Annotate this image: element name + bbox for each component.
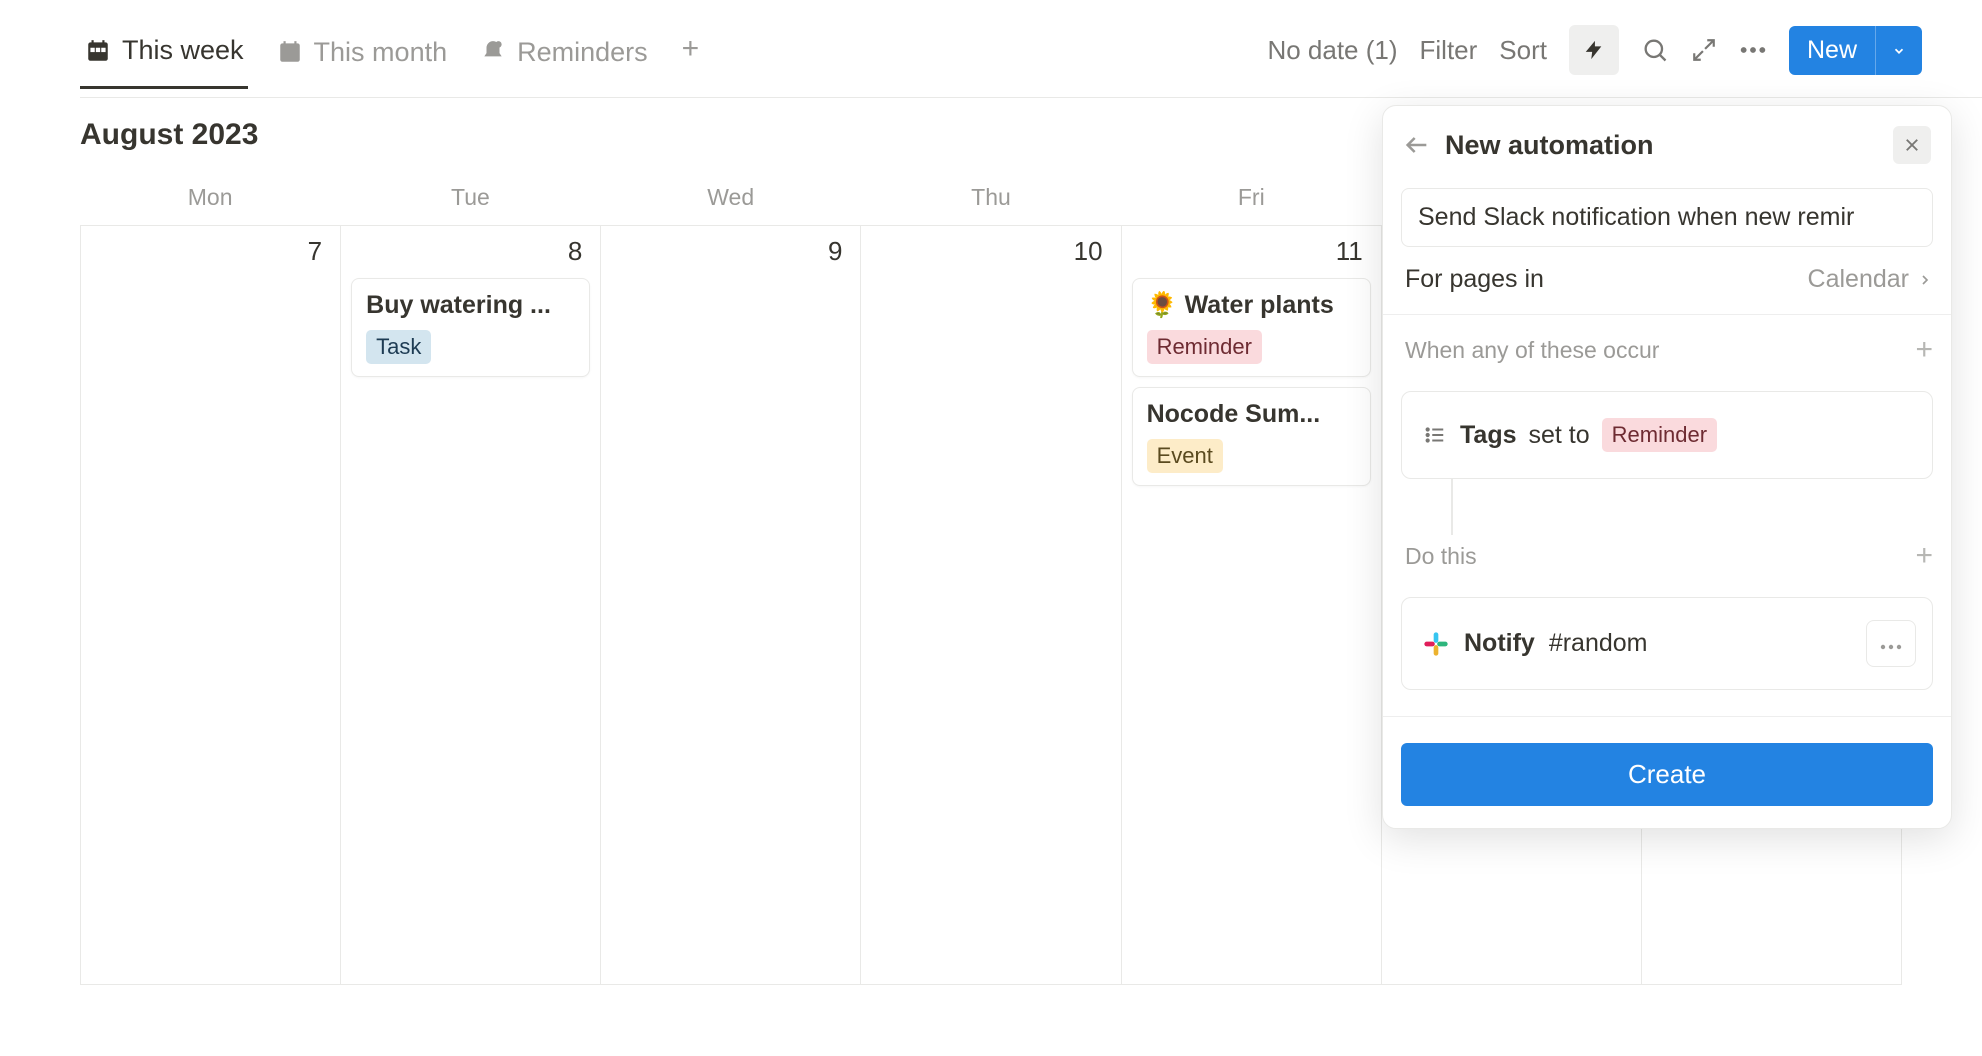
expand-button[interactable]	[1691, 37, 1717, 63]
event-card[interactable]: 🌻 Water plants Reminder	[1132, 278, 1371, 377]
event-tag: Reminder	[1147, 330, 1262, 364]
close-button[interactable]	[1893, 126, 1931, 164]
trigger-property: Tags	[1460, 421, 1517, 450]
back-arrow-icon[interactable]	[1403, 131, 1431, 159]
day-number: 11	[1336, 236, 1363, 267]
no-date-button[interactable]: No date (1)	[1267, 35, 1397, 66]
calendar-cell[interactable]: 11 🌻 Water plants Reminder Nocode Sum...…	[1122, 226, 1382, 985]
automation-panel: New automation Send Slack notification w…	[1382, 105, 1952, 829]
action-name: Notify	[1464, 629, 1535, 658]
tab-this-week[interactable]: This week	[80, 25, 248, 89]
chevron-right-icon[interactable]	[1917, 270, 1933, 290]
flow-connector	[1451, 479, 1453, 535]
day-header: Thu	[861, 184, 1121, 225]
trigger-section-label: When any of these occur	[1405, 337, 1915, 364]
slack-icon	[1422, 630, 1450, 658]
for-pages-label: For pages in	[1405, 265, 1808, 294]
event-tag: Event	[1147, 439, 1223, 473]
event-title: 🌻 Water plants	[1147, 291, 1356, 320]
tab-reminders-label: Reminders	[517, 37, 648, 68]
event-card[interactable]: Buy watering ... Task	[351, 278, 590, 377]
tab-reminders[interactable]: Reminders	[475, 27, 652, 88]
new-button[interactable]: New	[1789, 26, 1922, 75]
list-icon	[1422, 424, 1448, 446]
create-button[interactable]: Create	[1401, 743, 1933, 806]
add-action-button[interactable]: +	[1915, 539, 1933, 573]
action-card[interactable]: Notify #random	[1401, 597, 1933, 690]
expand-icon	[1691, 37, 1717, 63]
day-header: Fri	[1121, 184, 1381, 225]
day-header: Mon	[80, 184, 340, 225]
new-button-dropdown[interactable]	[1875, 26, 1922, 75]
tab-this-month[interactable]: This month	[272, 27, 452, 88]
trigger-card[interactable]: Tags set to Reminder	[1401, 391, 1933, 479]
new-button-label[interactable]: New	[1789, 26, 1875, 75]
tab-this-month-label: This month	[314, 37, 448, 68]
action-menu-button[interactable]	[1866, 620, 1916, 667]
automation-name-input[interactable]: Send Slack notification when new remir	[1401, 188, 1933, 247]
automation-button[interactable]	[1569, 25, 1619, 75]
more-button[interactable]	[1739, 45, 1767, 55]
filter-button[interactable]: Filter	[1420, 35, 1478, 66]
lightning-icon	[1583, 36, 1605, 64]
close-icon	[1903, 136, 1921, 154]
event-title: Nocode Sum...	[1147, 400, 1356, 429]
action-section-label: Do this	[1405, 543, 1915, 570]
calendar-month-icon	[276, 39, 304, 65]
calendar-cell[interactable]: 9	[601, 226, 861, 985]
day-number: 10	[1074, 236, 1103, 267]
add-view-button[interactable]: +	[676, 32, 706, 82]
event-title: Buy watering ...	[366, 291, 575, 320]
trigger-operator: set to	[1529, 421, 1590, 450]
day-number: 8	[568, 236, 582, 267]
trigger-value-tag: Reminder	[1602, 418, 1717, 452]
day-header: Tue	[340, 184, 600, 225]
calendar-cell[interactable]: 7	[81, 226, 341, 985]
day-header: Wed	[601, 184, 861, 225]
event-card[interactable]: Nocode Sum... Event	[1132, 387, 1371, 486]
bell-icon	[479, 39, 507, 65]
add-trigger-button[interactable]: +	[1915, 333, 1933, 367]
calendar-cell[interactable]: 10	[861, 226, 1121, 985]
chevron-down-icon	[1890, 44, 1908, 58]
panel-title: New automation	[1445, 130, 1879, 161]
day-number: 9	[828, 236, 842, 267]
ellipsis-icon	[1739, 45, 1767, 55]
emoji-icon: 🌻	[1147, 291, 1185, 319]
tab-this-week-label: This week	[122, 35, 244, 66]
search-icon	[1641, 36, 1669, 64]
ellipsis-icon	[1879, 643, 1903, 651]
sort-button[interactable]: Sort	[1499, 35, 1547, 66]
action-channel: #random	[1549, 629, 1648, 658]
search-button[interactable]	[1641, 36, 1669, 64]
for-pages-value[interactable]: Calendar	[1808, 265, 1909, 294]
calendar-week-icon	[84, 38, 112, 64]
calendar-cell[interactable]: 8 Buy watering ... Task	[341, 226, 601, 985]
day-number: 7	[308, 236, 322, 267]
event-tag: Task	[366, 330, 431, 364]
